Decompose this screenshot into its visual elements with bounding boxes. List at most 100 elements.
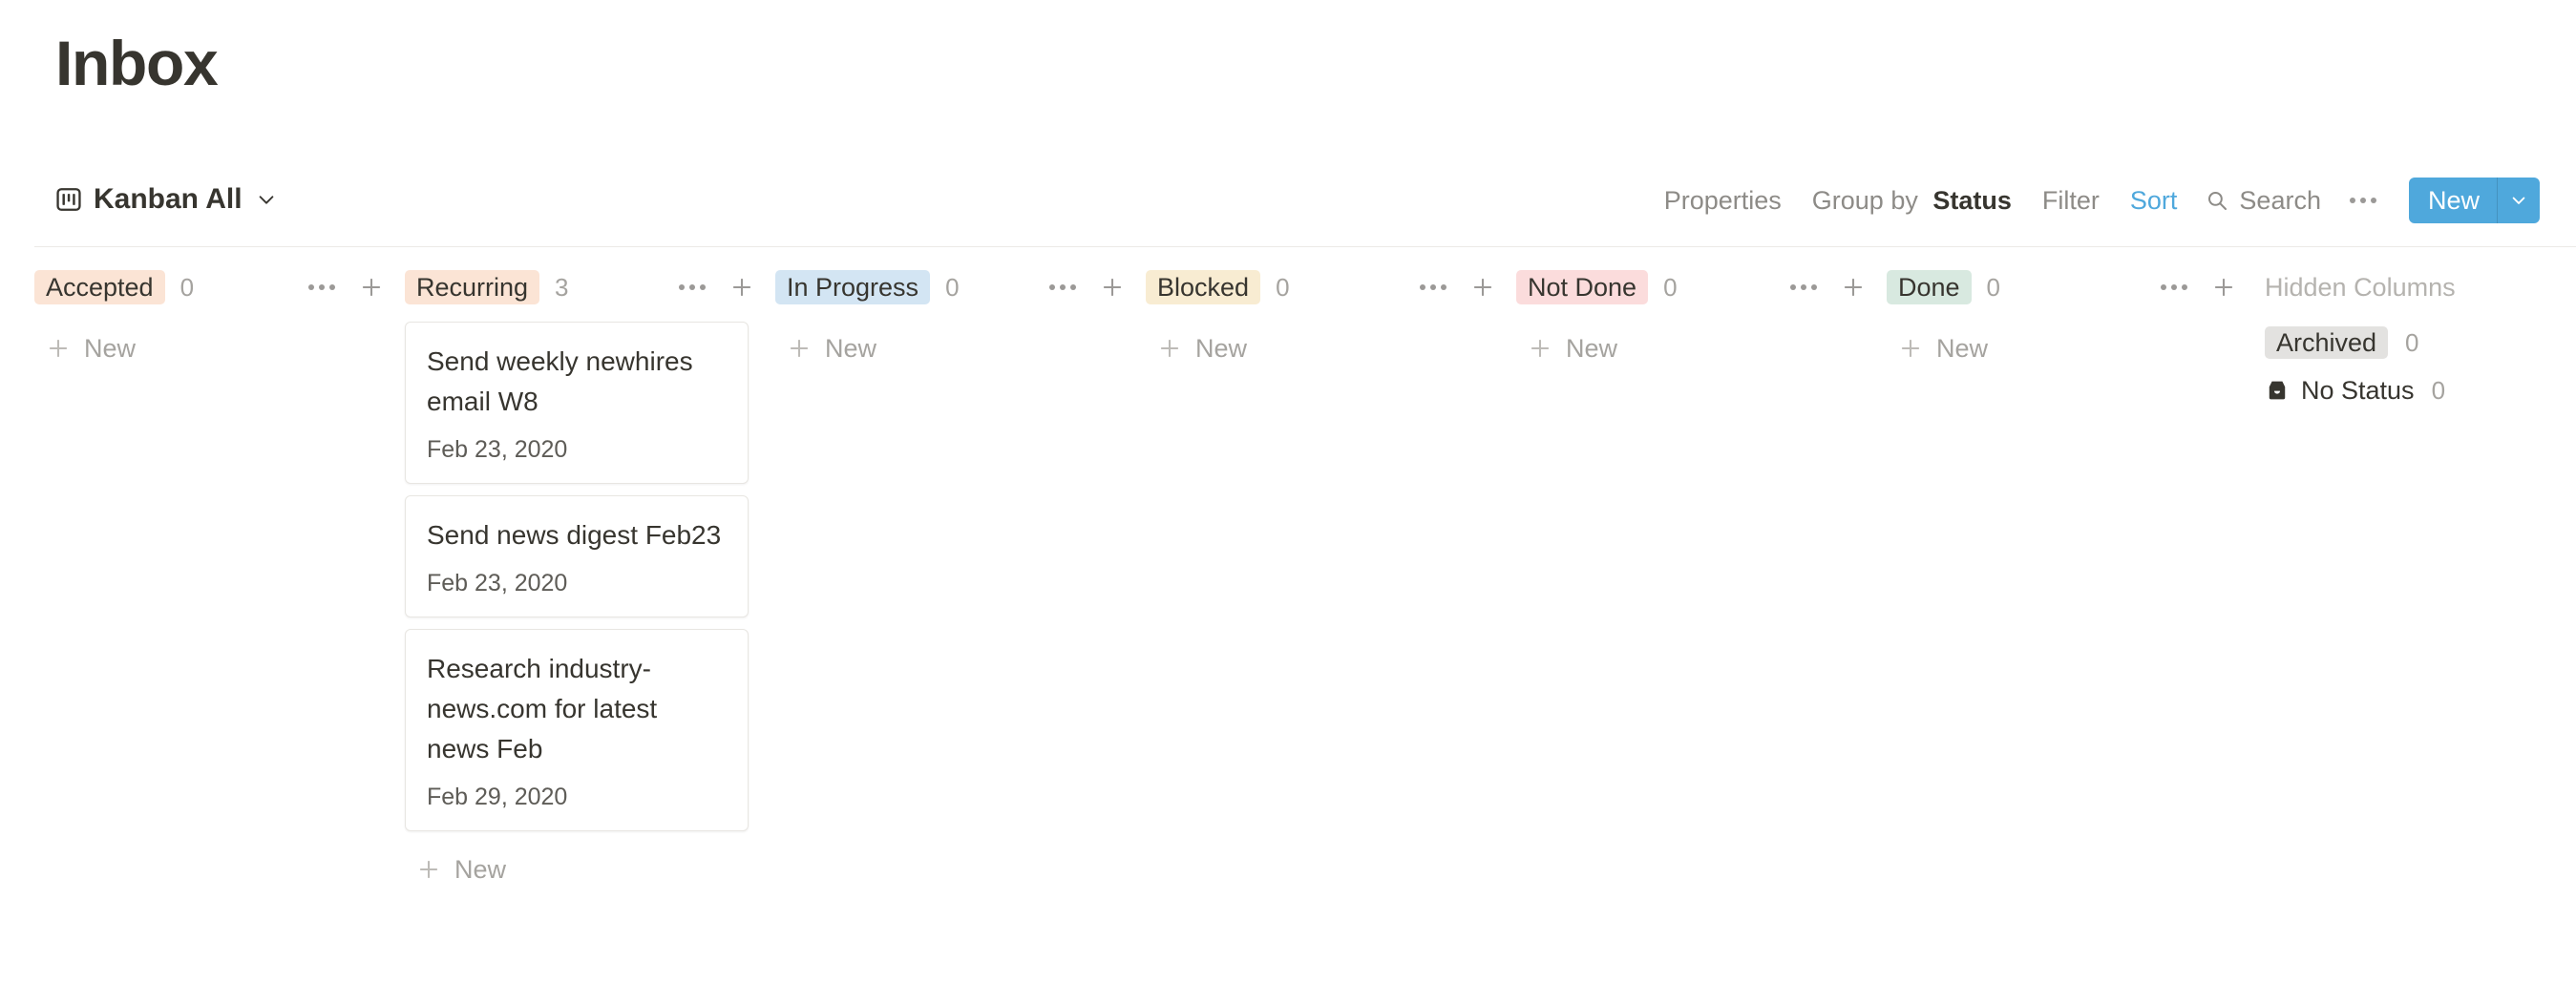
hidden-column-archived[interactable]: Archived 0 <box>2265 324 2576 362</box>
search-icon <box>2208 191 2228 210</box>
kanban-card[interactable]: Send weekly newhires email W8 Feb 23, 202… <box>405 322 749 484</box>
filter-button[interactable]: Filter <box>2027 180 2115 221</box>
column-menu-button-blocked[interactable] <box>1417 271 1449 303</box>
new-button[interactable]: New <box>2408 178 2540 223</box>
column-tag-not-done[interactable]: Not Done <box>1516 270 1649 304</box>
group-by-button[interactable]: Group by Status <box>1797 180 2027 221</box>
column-count-accepted: 0 <box>179 273 195 302</box>
column-menu-button-accepted[interactable] <box>306 271 338 303</box>
add-card-button-done[interactable]: New <box>1887 325 2230 371</box>
column-menu-button-in-progress[interactable] <box>1046 271 1079 303</box>
hidden-columns-section: Hidden Columns Archived 0 No Status 0 <box>2257 247 2576 409</box>
view-selector[interactable]: Kanban All <box>55 178 277 221</box>
column-body-not-done: New <box>1516 306 1887 371</box>
column-body-recurring: Send weekly newhires email W8 Feb 23, 202… <box>405 306 775 892</box>
column-count-blocked: 0 <box>1276 273 1290 302</box>
column-tag-in-progress[interactable]: In Progress <box>775 270 931 304</box>
plus-icon <box>2214 278 2233 297</box>
column-count-recurring: 3 <box>555 273 569 302</box>
add-card-label: New <box>84 333 137 363</box>
column-actions-not-done <box>1787 271 1869 303</box>
card-date: Feb 29, 2020 <box>427 784 568 810</box>
sort-button[interactable]: Sort <box>2115 180 2193 221</box>
column-tag-done[interactable]: Done <box>1887 270 1972 304</box>
new-button-label: New <box>2427 185 2480 215</box>
column-body-in-progress: New <box>775 306 1146 371</box>
add-card-label: New <box>1936 333 1989 363</box>
board-icon <box>56 188 81 211</box>
hidden-column-no-status[interactable]: No Status 0 <box>2265 371 2576 409</box>
search-label: Search <box>2239 185 2321 215</box>
kanban-column-done: Done 0 New <box>1887 247 2257 371</box>
add-card-label: New <box>825 333 877 363</box>
kanban-card[interactable]: Research industry-news.com for latest ne… <box>405 629 749 831</box>
hidden-columns-list: Archived 0 No Status 0 <box>2265 306 2576 409</box>
column-header-blocked: Blocked 0 <box>1146 268 1516 306</box>
column-tag-recurring[interactable]: Recurring <box>405 270 540 304</box>
more-options-button[interactable] <box>2334 192 2392 209</box>
column-tag-blocked[interactable]: Blocked <box>1146 270 1261 304</box>
add-card-button-recurring[interactable]: New <box>405 847 749 892</box>
hidden-columns-title: Hidden Columns <box>2265 273 2456 302</box>
plus-icon <box>1160 339 1179 358</box>
plus-icon <box>790 339 809 358</box>
card-title: Research industry-news.com for latest ne… <box>427 654 658 763</box>
inbox-icon <box>2269 381 2286 400</box>
plus-icon <box>1531 339 1550 358</box>
plus-icon <box>362 278 381 297</box>
column-menu-button-done[interactable] <box>2158 271 2190 303</box>
column-header-done: Done 0 <box>1887 268 2257 306</box>
ellipsis-icon <box>1420 284 1446 290</box>
column-tag-accepted[interactable]: Accepted <box>34 270 165 304</box>
hidden-column-count-no-status: 0 <box>2431 376 2446 405</box>
ellipsis-icon <box>308 284 335 290</box>
card-title: Send weekly newhires email W8 <box>427 346 693 416</box>
ellipsis-icon <box>679 284 706 290</box>
view-bar: Kanban All Properties Group by Status Fi… <box>0 178 2576 235</box>
plus-icon <box>1901 339 1920 358</box>
add-card-button-accepted[interactable]: New <box>34 325 378 371</box>
column-add-button-blocked[interactable] <box>1467 271 1499 303</box>
add-card-button-blocked[interactable]: New <box>1146 325 1489 371</box>
properties-button[interactable]: Properties <box>1649 180 1797 221</box>
column-menu-button-not-done[interactable] <box>1787 271 1820 303</box>
column-add-button-done[interactable] <box>2207 271 2240 303</box>
column-add-button-accepted[interactable] <box>355 271 388 303</box>
plus-icon <box>419 860 438 879</box>
column-add-button-recurring[interactable] <box>726 271 758 303</box>
view-label: Kanban All <box>94 183 243 215</box>
column-header-not-done: Not Done 0 <box>1516 268 1887 306</box>
kanban-column-not-done: Not Done 0 New <box>1516 247 1887 371</box>
kanban-column-accepted: Accepted 0 New <box>34 247 405 371</box>
column-actions-in-progress <box>1046 271 1129 303</box>
kanban-column-recurring: Recurring 3 Send weekly newhires email W8 F… <box>405 247 775 892</box>
kanban-card[interactable]: Send news digest Feb23 Feb 23, 2020 <box>405 495 749 617</box>
column-count-not-done: 0 <box>1663 273 1678 302</box>
add-card-button-not-done[interactable]: New <box>1516 325 1860 371</box>
ellipsis-icon <box>2349 198 2376 203</box>
add-card-label: New <box>454 854 507 884</box>
kanban-board: Accepted 0 New Recurring 3 Send weekly newhir… <box>34 247 2576 983</box>
column-actions-recurring <box>676 271 758 303</box>
column-header-recurring: Recurring 3 <box>405 268 775 306</box>
kanban-column-blocked: Blocked 0 New <box>1146 247 1516 371</box>
card-date: Feb 23, 2020 <box>427 436 568 463</box>
column-body-blocked: New <box>1146 306 1516 371</box>
plus-icon <box>1103 278 1122 297</box>
add-card-button-in-progress[interactable]: New <box>775 325 1119 371</box>
column-add-button-not-done[interactable] <box>1837 271 1869 303</box>
kanban-column-in-progress: In Progress 0 New <box>775 247 1146 371</box>
column-actions-done <box>2158 271 2240 303</box>
view-toolbar: Properties Group by Status Filter Sort S… <box>1649 176 2540 225</box>
search-button[interactable]: Search <box>2192 180 2334 221</box>
page-title: Inbox <box>55 28 219 98</box>
new-button-dropdown[interactable] <box>2498 178 2540 223</box>
card-date: Feb 23, 2020 <box>427 570 568 596</box>
column-count-done: 0 <box>1986 273 2001 302</box>
ellipsis-icon <box>2161 284 2187 290</box>
group-by-prefix: Group by <box>1811 185 1918 215</box>
column-add-button-in-progress[interactable] <box>1096 271 1129 303</box>
column-menu-button-recurring[interactable] <box>676 271 708 303</box>
plus-icon <box>1844 278 1863 297</box>
column-actions-blocked <box>1417 271 1499 303</box>
